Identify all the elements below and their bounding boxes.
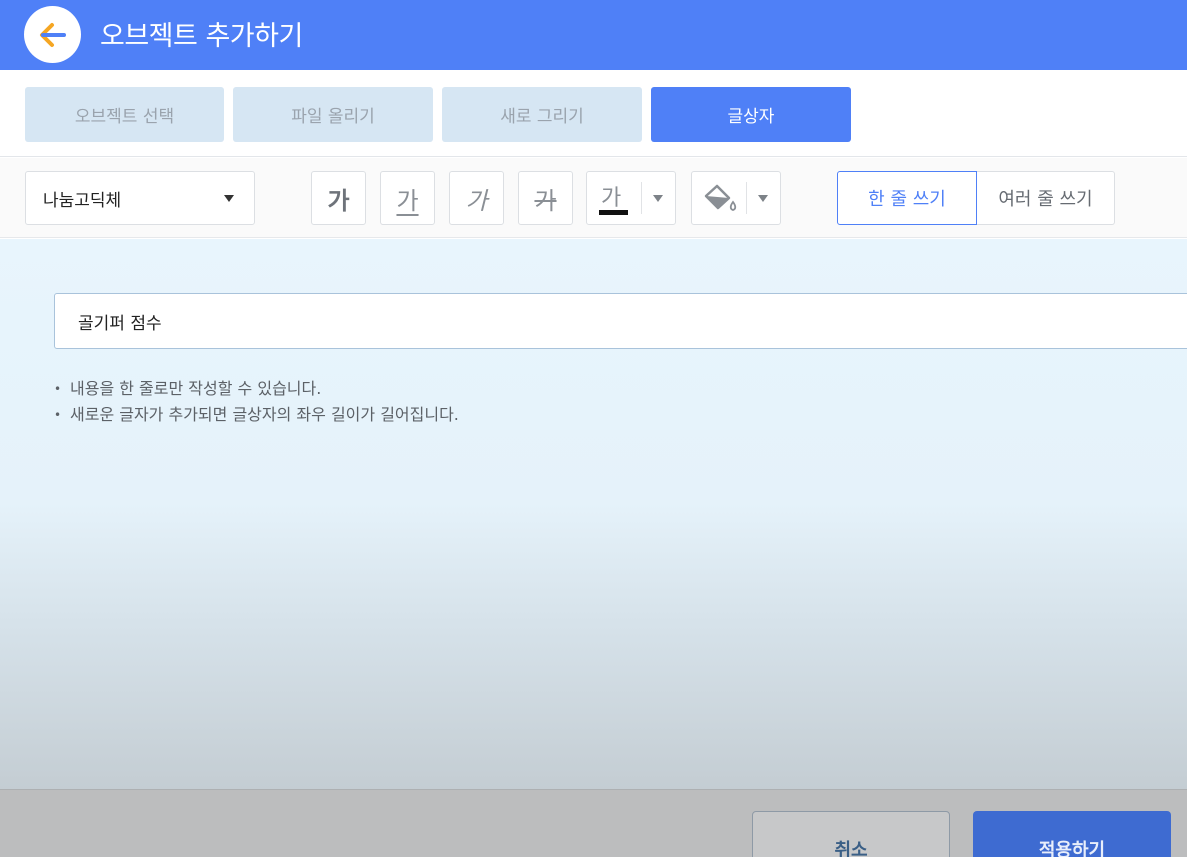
caret-down-icon[interactable] [653, 195, 663, 202]
tab-new-drawing[interactable]: 새로 그리기 [442, 87, 642, 142]
arrow-left-icon [40, 23, 66, 47]
underline-glyph: 가 [396, 186, 419, 215]
single-line-mode-button[interactable]: 한 줄 쓰기 [837, 171, 977, 225]
paint-bucket-icon [704, 184, 737, 211]
text-format-toolbar: 나눔고딕체 가 가 가 가 가 한 줄 쓰기 여러 줄 쓰기 [0, 158, 1187, 238]
apply-button[interactable]: 적용하기 [973, 811, 1171, 857]
hint-item: 새로운 글자가 추가되면 글상자의 좌우 길이가 길어집니다. [54, 402, 459, 428]
action-bar: 취소 적용하기 [0, 789, 1187, 857]
bold-button[interactable]: 가 [311, 171, 366, 225]
top-bar: 오브젝트 추가하기 [0, 0, 1187, 70]
hint-list: 내용을 한 줄로만 작성할 수 있습니다. 새로운 글자가 추가되면 글상자의 … [54, 376, 459, 428]
cancel-button[interactable]: 취소 [752, 811, 950, 857]
hint-item: 내용을 한 줄로만 작성할 수 있습니다. [54, 376, 459, 402]
italic-glyph: 가 [465, 186, 488, 215]
back-button[interactable] [24, 6, 81, 63]
caret-down-icon[interactable] [758, 195, 768, 202]
divider [641, 182, 642, 214]
page-title: 오브젝트 추가하기 [100, 21, 303, 52]
divider [746, 182, 747, 214]
editor-area: 내용을 한 줄로만 작성할 수 있습니다. 새로운 글자가 추가되면 글상자의 … [0, 239, 1187, 789]
font-family-select[interactable]: 나눔고딕체 [25, 171, 255, 225]
strikethrough-glyph: 가 [534, 186, 557, 215]
underline-button[interactable]: 가 [380, 171, 435, 225]
font-family-value: 나눔고딕체 [43, 190, 122, 211]
tab-textbox[interactable]: 글상자 [651, 87, 851, 142]
bold-glyph: 가 [327, 186, 350, 215]
textbox-input[interactable] [54, 293, 1187, 349]
caret-down-icon [224, 195, 234, 202]
fill-color-button[interactable] [691, 171, 781, 225]
strikethrough-button[interactable]: 가 [518, 171, 573, 225]
text-color-swatch [599, 210, 628, 215]
tab-object-select[interactable]: 오브젝트 선택 [25, 87, 224, 142]
tab-file-upload[interactable]: 파일 올리기 [233, 87, 433, 142]
multi-line-mode-button[interactable]: 여러 줄 쓰기 [977, 171, 1115, 225]
object-tabs: 오브젝트 선택 파일 올리기 새로 그리기 글상자 [0, 70, 1187, 157]
text-color-button[interactable]: 가 [586, 171, 676, 225]
italic-button[interactable]: 가 [449, 171, 504, 225]
text-color-glyph: 가 [601, 186, 622, 211]
